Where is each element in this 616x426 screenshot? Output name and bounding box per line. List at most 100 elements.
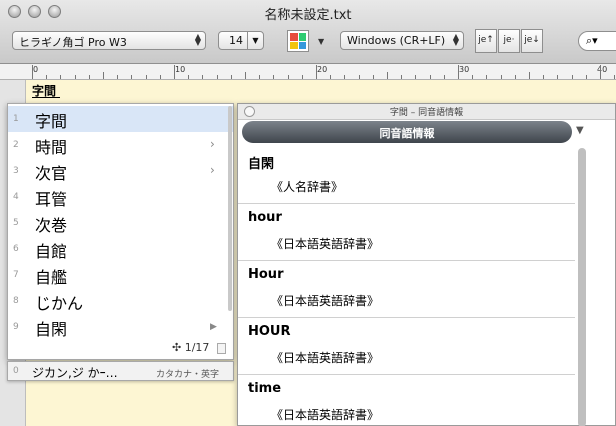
- candidate-item[interactable]: 9 自閑 ▶: [8, 314, 233, 340]
- entry-source: 《日本語英語辞書》: [271, 237, 380, 251]
- candidate-number: 9: [13, 322, 19, 332]
- candidate-number: 8: [13, 296, 19, 306]
- ruler-tick: [202, 75, 204, 79]
- ruler-tick: [287, 75, 289, 79]
- candidate-item[interactable]: 7 自艦: [8, 262, 233, 288]
- ruler-tick: [174, 65, 175, 79]
- ruler-tick: [88, 75, 90, 79]
- ruler-tick: [358, 75, 360, 79]
- ruler-tick: [273, 75, 275, 79]
- candidate-text: 時間: [35, 138, 68, 157]
- entry-word: time: [248, 381, 282, 396]
- chevron-down-icon[interactable]: ▼: [247, 32, 263, 49]
- candidate-number: 4: [13, 192, 19, 202]
- homophone-entry: hour 《日本語英語辞書》: [238, 204, 575, 261]
- font-size-field[interactable]: 14 ▼: [218, 31, 264, 50]
- ruler-tick: [145, 75, 147, 79]
- candidate-item[interactable]: 2 時間 ›: [8, 132, 233, 158]
- candidate-text: 字間: [35, 112, 68, 131]
- ruler-tick: [32, 65, 33, 79]
- candidate-item[interactable]: 3 次官 ›: [8, 158, 233, 184]
- updown-icon: ▲ ▼: [452, 32, 459, 47]
- ruler-tick: [216, 75, 218, 79]
- candidate-number: 6: [13, 244, 19, 254]
- candidate-text: 自艦: [35, 268, 68, 287]
- composition-underline: [32, 97, 60, 98]
- font-select[interactable]: ヒラギノ角ゴ Pro W3 ▲ ▼: [12, 31, 206, 50]
- candidate-text: 自館: [35, 242, 68, 261]
- homophone-entry: Hour 《日本語英語辞書》: [238, 261, 575, 318]
- ruler-tick: [458, 65, 459, 79]
- ruler-tick: [529, 72, 530, 79]
- ruler-tick: [614, 75, 616, 79]
- ruler: 0 10 20 30 40: [0, 64, 616, 80]
- ime-reading-text: ジカン,ジ かｰ…: [32, 366, 118, 380]
- candidate-number: 7: [13, 270, 19, 280]
- ruler-tick: [500, 75, 502, 79]
- ruler-tick: [344, 75, 346, 79]
- color-picker-button[interactable]: [287, 30, 309, 52]
- ruler-label: 0: [33, 65, 39, 74]
- font-size-value: 14: [229, 34, 243, 47]
- page-icon[interactable]: [217, 343, 226, 354]
- candidate-text: 次官: [35, 164, 68, 183]
- font-select-value: ヒラギノ角ゴ Pro W3: [19, 36, 127, 49]
- ruler-tick: [514, 75, 516, 79]
- color-swatch: [298, 33, 306, 41]
- candidate-scrollbar[interactable]: [228, 106, 232, 311]
- candidate-number: 1: [13, 114, 19, 124]
- entry-source: 《日本語英語辞書》: [271, 351, 380, 365]
- insert-same-button[interactable]: je·: [498, 29, 520, 53]
- chevron-right-icon: ▶: [210, 322, 217, 332]
- panel-titlebar: 字間 – 同音語情報: [238, 104, 615, 120]
- ruler-tick: [245, 72, 246, 79]
- ruler-tick: [472, 75, 474, 79]
- ruler-tick: [571, 75, 573, 79]
- candidate-number: 3: [13, 166, 19, 176]
- panel-title: 字間 – 同音語情報: [389, 108, 464, 118]
- candidate-item[interactable]: 1 字間: [8, 106, 233, 132]
- entry-word: hour: [248, 210, 282, 225]
- line-ending-value: Windows (CR+LF): [347, 34, 446, 47]
- ruler-tick: [429, 75, 431, 79]
- ruler-tick: [372, 75, 374, 79]
- ruler-tick: [557, 75, 559, 79]
- page-count-value: 1/17: [184, 341, 210, 354]
- entry-source: 《日本語英語辞書》: [271, 294, 380, 308]
- insert-above-button[interactable]: je↑: [475, 29, 497, 53]
- chevron-down-icon[interactable]: ▼: [576, 125, 584, 136]
- ruler-tick: [103, 72, 104, 79]
- ruler-tick: [600, 65, 601, 79]
- ruler-tick: [387, 72, 388, 79]
- ruler-label: 30: [459, 65, 470, 74]
- candidate-number: 2: [13, 140, 19, 150]
- ruler-tick: [401, 75, 403, 79]
- homophone-entry: time 《日本語英語辞書》: [238, 375, 575, 426]
- candidate-page-count: ✣ 1/17: [172, 341, 210, 354]
- candidate-number: 5: [13, 218, 19, 228]
- homophone-entry: HOUR 《日本語英語辞書》: [238, 318, 575, 375]
- ruler-tick: [46, 75, 48, 79]
- line-ending-select[interactable]: Windows (CR+LF) ▲ ▼: [340, 31, 464, 50]
- ruler-tick: [74, 75, 76, 79]
- color-swatch: [290, 41, 298, 49]
- candidate-text: じかん: [35, 294, 84, 313]
- ruler-tick: [585, 75, 587, 79]
- ruler-tick: [131, 75, 133, 79]
- ruler-label: 10: [175, 65, 186, 74]
- ime-category: カタカナ・英字: [156, 370, 220, 380]
- chevron-down-icon[interactable]: ▼: [318, 37, 324, 46]
- candidate-item[interactable]: 8 じかん: [8, 288, 233, 314]
- search-field[interactable]: ⌕▾: [578, 31, 616, 51]
- ime-number: 0: [13, 366, 19, 376]
- ruler-tick: [486, 75, 488, 79]
- candidate-item[interactable]: 5 次巻: [8, 210, 233, 236]
- candidate-item[interactable]: 6 自館: [8, 236, 233, 262]
- panel-header-label: 同音語情報: [379, 127, 435, 140]
- insert-below-button[interactable]: je↓: [521, 29, 543, 53]
- ruler-tick: [117, 75, 119, 79]
- chevron-right-icon: ›: [210, 163, 215, 177]
- candidate-item[interactable]: 4 耳管: [8, 184, 233, 210]
- entry-word: Hour: [248, 267, 284, 282]
- panel-scrollbar[interactable]: [578, 148, 586, 426]
